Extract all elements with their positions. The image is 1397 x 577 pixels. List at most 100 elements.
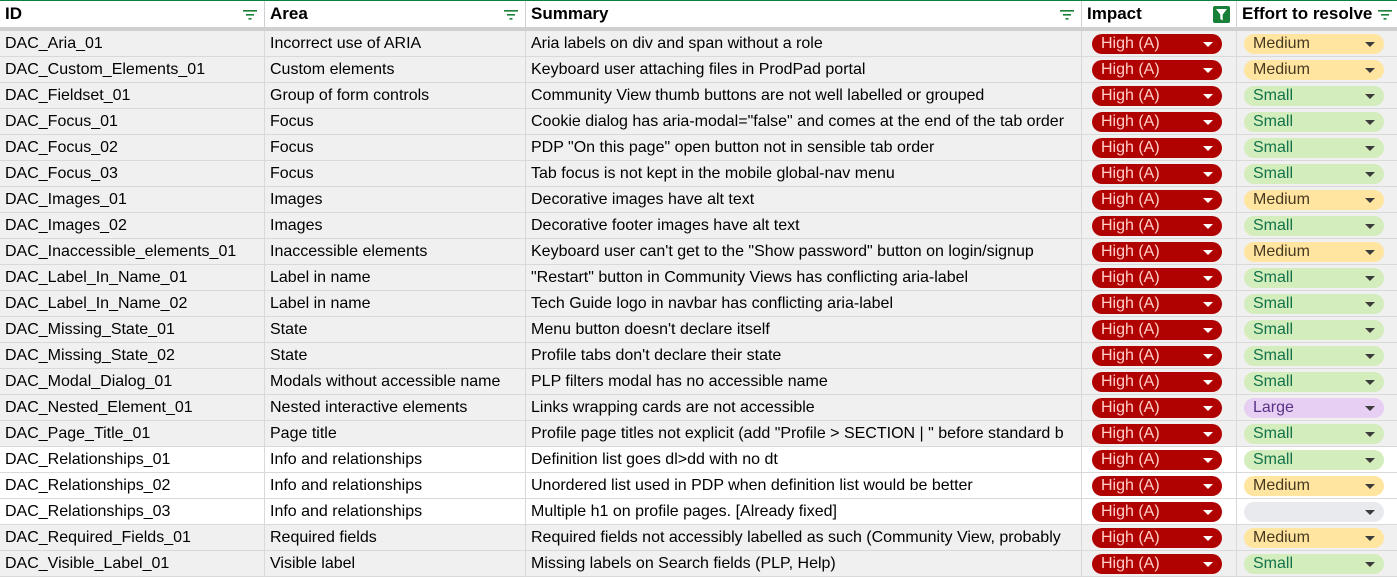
cell-impact[interactable]: High (A) bbox=[1082, 291, 1237, 316]
cell-id[interactable]: DAC_Images_02 bbox=[0, 213, 265, 238]
effort-dropdown-chip[interactable]: Medium bbox=[1244, 242, 1384, 262]
impact-dropdown-chip[interactable]: High (A) bbox=[1092, 320, 1222, 340]
effort-dropdown-chip[interactable]: Small bbox=[1244, 320, 1384, 340]
effort-dropdown-chip[interactable]: Small bbox=[1244, 424, 1384, 444]
filter-icon[interactable] bbox=[1058, 6, 1075, 23]
cell-area[interactable]: Label in name bbox=[265, 265, 526, 290]
cell-effort[interactable]: Medium bbox=[1237, 525, 1397, 550]
cell-effort[interactable]: Small bbox=[1237, 213, 1397, 238]
effort-dropdown-chip[interactable]: Small bbox=[1244, 112, 1384, 132]
cell-area[interactable]: Label in name bbox=[265, 291, 526, 316]
impact-dropdown-chip[interactable]: High (A) bbox=[1092, 60, 1222, 80]
cell-area[interactable]: Visible label bbox=[265, 551, 526, 576]
cell-id[interactable]: DAC_Fieldset_01 bbox=[0, 83, 265, 108]
cell-area[interactable]: Group of form controls bbox=[265, 83, 526, 108]
cell-id[interactable]: DAC_Focus_03 bbox=[0, 161, 265, 186]
cell-impact[interactable]: High (A) bbox=[1082, 551, 1237, 576]
column-header-effort[interactable]: Effort to resolve bbox=[1237, 1, 1397, 27]
cell-area[interactable]: Focus bbox=[265, 109, 526, 134]
cell-id[interactable]: DAC_Images_01 bbox=[0, 187, 265, 212]
cell-id[interactable]: DAC_Focus_02 bbox=[0, 135, 265, 160]
cell-summary[interactable]: Multiple h1 on profile pages. [Already f… bbox=[526, 499, 1082, 524]
cell-area[interactable]: Inaccessible elements bbox=[265, 239, 526, 264]
cell-effort[interactable]: Large bbox=[1237, 395, 1397, 420]
cell-impact[interactable]: High (A) bbox=[1082, 317, 1237, 342]
impact-dropdown-chip[interactable]: High (A) bbox=[1092, 398, 1222, 418]
impact-dropdown-chip[interactable]: High (A) bbox=[1092, 112, 1222, 132]
impact-dropdown-chip[interactable]: High (A) bbox=[1092, 86, 1222, 106]
cell-effort[interactable]: Small bbox=[1237, 135, 1397, 160]
cell-id[interactable]: DAC_Focus_01 bbox=[0, 109, 265, 134]
cell-summary[interactable]: PDP "On this page" open button not in se… bbox=[526, 135, 1082, 160]
effort-dropdown-chip[interactable]: Medium bbox=[1244, 190, 1384, 210]
cell-id[interactable]: DAC_Nested_Element_01 bbox=[0, 395, 265, 420]
cell-impact[interactable]: High (A) bbox=[1082, 369, 1237, 394]
cell-impact[interactable]: High (A) bbox=[1082, 239, 1237, 264]
impact-dropdown-chip[interactable]: High (A) bbox=[1092, 294, 1222, 314]
cell-summary[interactable]: Tech Guide logo in navbar has conflictin… bbox=[526, 291, 1082, 316]
effort-dropdown-chip[interactable]: Small bbox=[1244, 164, 1384, 184]
cell-effort[interactable]: Medium bbox=[1237, 239, 1397, 264]
cell-id[interactable]: DAC_Visible_Label_01 bbox=[0, 551, 265, 576]
impact-dropdown-chip[interactable]: High (A) bbox=[1092, 476, 1222, 496]
effort-dropdown-chip[interactable] bbox=[1244, 502, 1384, 522]
cell-summary[interactable]: Decorative images have alt text bbox=[526, 187, 1082, 212]
cell-id[interactable]: DAC_Custom_Elements_01 bbox=[0, 57, 265, 82]
cell-area[interactable]: Images bbox=[265, 187, 526, 212]
effort-dropdown-chip[interactable]: Small bbox=[1244, 216, 1384, 236]
impact-dropdown-chip[interactable]: High (A) bbox=[1092, 138, 1222, 158]
active-filter-icon[interactable] bbox=[1213, 6, 1230, 23]
cell-effort[interactable]: Small bbox=[1237, 551, 1397, 576]
effort-dropdown-chip[interactable]: Small bbox=[1244, 372, 1384, 392]
cell-effort[interactable] bbox=[1237, 499, 1397, 524]
impact-dropdown-chip[interactable]: High (A) bbox=[1092, 164, 1222, 184]
filter-icon[interactable] bbox=[241, 6, 258, 23]
cell-impact[interactable]: High (A) bbox=[1082, 213, 1237, 238]
cell-summary[interactable]: Unordered list used in PDP when definiti… bbox=[526, 473, 1082, 498]
cell-id[interactable]: DAC_Label_In_Name_01 bbox=[0, 265, 265, 290]
cell-impact[interactable]: High (A) bbox=[1082, 499, 1237, 524]
cell-effort[interactable]: Small bbox=[1237, 265, 1397, 290]
cell-effort[interactable]: Small bbox=[1237, 343, 1397, 368]
cell-effort[interactable]: Medium bbox=[1237, 473, 1397, 498]
cell-effort[interactable]: Small bbox=[1237, 447, 1397, 472]
cell-area[interactable]: Required fields bbox=[265, 525, 526, 550]
cell-area[interactable]: Info and relationships bbox=[265, 473, 526, 498]
effort-dropdown-chip[interactable]: Medium bbox=[1244, 476, 1384, 496]
cell-id[interactable]: DAC_Aria_01 bbox=[0, 31, 265, 56]
effort-dropdown-chip[interactable]: Small bbox=[1244, 346, 1384, 366]
cell-impact[interactable]: High (A) bbox=[1082, 187, 1237, 212]
cell-summary[interactable]: Profile tabs don't declare their state bbox=[526, 343, 1082, 368]
cell-effort[interactable]: Small bbox=[1237, 369, 1397, 394]
cell-impact[interactable]: High (A) bbox=[1082, 57, 1237, 82]
cell-id[interactable]: DAC_Label_In_Name_02 bbox=[0, 291, 265, 316]
impact-dropdown-chip[interactable]: High (A) bbox=[1092, 190, 1222, 210]
cell-id[interactable]: DAC_Missing_State_01 bbox=[0, 317, 265, 342]
cell-summary[interactable]: Decorative footer images have alt text bbox=[526, 213, 1082, 238]
cell-summary[interactable]: Required fields not accessibly labelled … bbox=[526, 525, 1082, 550]
cell-impact[interactable]: High (A) bbox=[1082, 395, 1237, 420]
cell-area[interactable]: Info and relationships bbox=[265, 499, 526, 524]
cell-summary[interactable]: Definition list goes dl>dd with no dt bbox=[526, 447, 1082, 472]
impact-dropdown-chip[interactable]: High (A) bbox=[1092, 424, 1222, 444]
cell-impact[interactable]: High (A) bbox=[1082, 83, 1237, 108]
cell-effort[interactable]: Medium bbox=[1237, 31, 1397, 56]
cell-summary[interactable]: "Restart" button in Community Views has … bbox=[526, 265, 1082, 290]
cell-effort[interactable]: Small bbox=[1237, 317, 1397, 342]
cell-summary[interactable]: Menu button doesn't declare itself bbox=[526, 317, 1082, 342]
effort-dropdown-chip[interactable]: Medium bbox=[1244, 34, 1384, 54]
cell-id[interactable]: DAC_Relationships_02 bbox=[0, 473, 265, 498]
cell-id[interactable]: DAC_Inaccessible_elements_01 bbox=[0, 239, 265, 264]
cell-area[interactable]: Focus bbox=[265, 135, 526, 160]
column-header-area[interactable]: Area bbox=[265, 1, 526, 27]
cell-summary[interactable]: Tab focus is not kept in the mobile glob… bbox=[526, 161, 1082, 186]
cell-summary[interactable]: Community View thumb buttons are not wel… bbox=[526, 83, 1082, 108]
effort-dropdown-chip[interactable]: Small bbox=[1244, 138, 1384, 158]
cell-summary[interactable]: Cookie dialog has aria-modal="false" and… bbox=[526, 109, 1082, 134]
cell-impact[interactable]: High (A) bbox=[1082, 525, 1237, 550]
cell-id[interactable]: DAC_Relationships_01 bbox=[0, 447, 265, 472]
column-header-impact[interactable]: Impact bbox=[1082, 1, 1237, 27]
cell-area[interactable]: State bbox=[265, 343, 526, 368]
impact-dropdown-chip[interactable]: High (A) bbox=[1092, 242, 1222, 262]
cell-summary[interactable]: Missing labels on Search fields (PLP, He… bbox=[526, 551, 1082, 576]
